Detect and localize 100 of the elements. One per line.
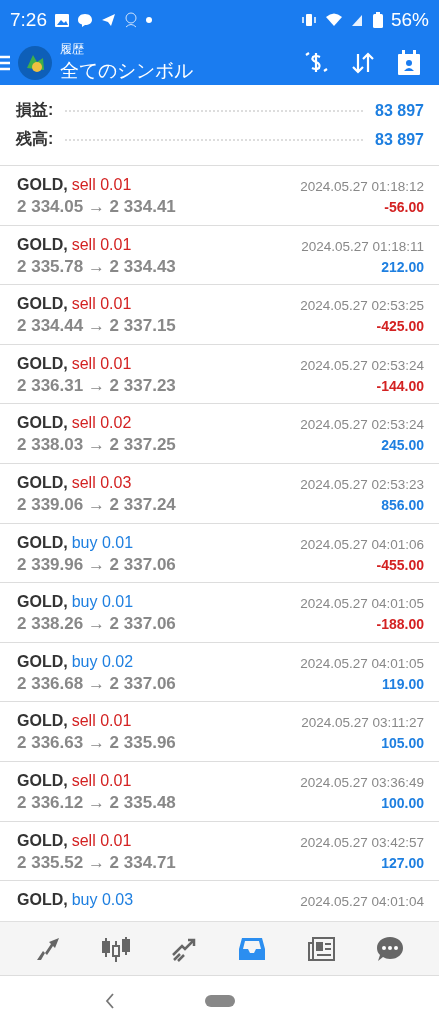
deal-time: 2024.05.27 02:53:25	[300, 298, 424, 314]
price-range: 2 336.31 → 2 337.23	[17, 375, 176, 396]
symbol: GOLD,	[17, 831, 68, 850]
clock: 7:26	[10, 9, 47, 31]
deal-profit: 119.00	[381, 675, 424, 692]
deal-time: 2024.05.27 04:01:05	[300, 596, 424, 612]
battery-level: 56%	[390, 9, 429, 31]
summary-label: 損益:	[16, 100, 54, 120]
order-type: sell 0.03	[71, 473, 132, 492]
price-range: 2 335.78 → 2 334.43	[17, 256, 176, 277]
deal-profit: 245.00	[381, 437, 424, 454]
deal-profit: 105.00	[381, 735, 424, 752]
symbol: GOLD,	[17, 533, 68, 552]
symbol: GOLD,	[17, 891, 68, 910]
deal-time: 2024.05.27 03:11:27	[301, 715, 424, 731]
symbol: GOLD,	[17, 771, 68, 790]
symbol: GOLD,	[17, 652, 68, 671]
symbol: GOLD,	[17, 176, 68, 194]
calendar-icon[interactable]	[397, 49, 421, 76]
deal-profit: 212.00	[381, 258, 424, 275]
price-range: 2 338.26 → 2 337.06	[17, 614, 176, 635]
order-type: sell 0.01	[71, 771, 132, 790]
price-range: 2 336.68 → 2 337.06	[17, 673, 176, 694]
app-logo-icon	[18, 45, 52, 80]
summary-value: 83 897	[375, 101, 424, 120]
deal-row[interactable]: GOLD, sell 0.03 2 339.06 → 2 337.24 2024.05.27 02:53:23 856.00	[0, 463, 439, 524]
symbol: GOLD,	[17, 712, 68, 731]
chat-icon	[77, 12, 93, 28]
symbol: GOLD,	[17, 414, 68, 433]
chat-icon	[375, 934, 406, 963]
deal-profit: 127.00	[381, 854, 424, 871]
deal-row[interactable]: GOLD, sell 0.01 2 336.12 → 2 335.48 2024.05.27 03:36:49 100.00	[0, 761, 439, 822]
symbol: GOLD,	[17, 473, 68, 492]
picture-icon	[55, 13, 69, 27]
deal-row[interactable]: GOLD, sell 0.01 2 334.05 → 2 334.41 2024.05.27 01:18:12 -56.00	[0, 166, 439, 226]
deal-profit: 100.00	[381, 794, 424, 811]
deal-time: 2024.05.27 01:18:11	[301, 238, 424, 254]
deal-time: 2024.05.27 02:53:24	[300, 357, 424, 373]
deal-row[interactable]: GOLD, buy 0.02 2 336.68 → 2 337.06 2024.05.27 04:01:05 119.00	[0, 642, 439, 703]
newspaper-icon	[306, 934, 337, 963]
symbol: GOLD,	[17, 235, 68, 254]
price-range: 2 336.63 → 2 335.96	[17, 733, 176, 754]
wifi-icon	[324, 13, 343, 27]
deal-time: 2024.05.27 04:01:04	[300, 894, 424, 910]
deal-time: 2024.05.27 02:53:23	[300, 476, 424, 492]
price-range: 2 336.12 → 2 335.48	[17, 792, 176, 813]
signal-icon	[350, 13, 365, 27]
deal-row[interactable]: GOLD, sell 0.01 2 334.44 → 2 337.15 2024.05.27 02:53:25 -425.00	[0, 285, 439, 345]
deal-time: 2024.05.27 01:18:12	[300, 179, 424, 194]
symbol: GOLD,	[17, 295, 68, 314]
price-range: 2 334.05 → 2 334.41	[17, 197, 176, 217]
dot-icon	[146, 17, 152, 23]
order-type: sell 0.02	[71, 414, 132, 433]
deal-row[interactable]: GOLD, sell 0.01 2 336.31 → 2 337.23 2024.05.27 02:53:24 -144.00	[0, 344, 439, 405]
candlestick-icon	[100, 934, 131, 963]
deal-time: 2024.05.27 02:53:24	[300, 417, 424, 433]
order-type: buy 0.01	[71, 593, 134, 612]
vibrate-icon	[300, 13, 317, 27]
order-type: buy 0.01	[71, 533, 134, 552]
deal-row[interactable]: GOLD, sell 0.01 2 336.63 → 2 335.96 2024.05.27 03:11:27 105.00	[0, 702, 439, 762]
order-type: sell 0.01	[71, 295, 132, 314]
price-range: 2 339.06 → 2 337.24	[17, 494, 176, 515]
summary-value: 83 897	[375, 130, 424, 149]
back-icon[interactable]	[104, 993, 115, 1009]
order-type: sell 0.01	[71, 354, 132, 373]
deal-profit: -425.00	[376, 318, 424, 335]
symbol: GOLD,	[17, 354, 68, 373]
screen-subtitle: 履歴	[60, 41, 85, 58]
deal-row[interactable]: GOLD, buy 0.01 2 338.26 → 2 337.06 2024.05.27 04:01:05 -188.00	[0, 583, 439, 643]
home-pill-icon[interactable]	[204, 995, 235, 1007]
deal-profit: -188.00	[376, 616, 424, 633]
deal-profit: -144.00	[376, 377, 424, 394]
face-outline-icon	[124, 12, 138, 28]
screen-title: 全てのシンボル	[60, 59, 194, 83]
deal-row[interactable]: GOLD, buy 0.01 2 339.96 → 2 337.06 2024.05.27 04:01:06 -455.00	[0, 523, 439, 584]
deal-row[interactable]: GOLD, sell 0.02 2 338.03 → 2 337.25 2024.05.27 02:53:24 245.00	[0, 404, 439, 464]
order-type: sell 0.01	[71, 712, 132, 731]
deal-profit: -455.00	[376, 556, 424, 573]
price-range: 2 335.52 → 2 334.71	[17, 852, 176, 873]
sort-icon[interactable]	[351, 50, 375, 75]
price-range: 2 339.96 → 2 337.06	[17, 554, 176, 575]
deal-row[interactable]: GOLD, sell 0.01 2 335.52 → 2 334.71 2024.05.27 03:42:57 127.00	[0, 821, 439, 882]
deal-time: 2024.05.27 03:36:49	[300, 774, 424, 790]
deal-time: 2024.05.27 04:01:06	[300, 536, 424, 552]
deal-profit: 856.00	[381, 496, 424, 513]
deal-time: 2024.05.27 04:01:05	[300, 655, 424, 671]
price-range: 2 338.03 → 2 337.25	[17, 435, 176, 456]
deal-profit: -56.00	[384, 199, 424, 215]
symbol: GOLD,	[17, 593, 68, 612]
order-type: buy 0.03	[71, 891, 134, 910]
menu-icon[interactable]	[0, 54, 10, 71]
deal-row[interactable]: GOLD, sell 0.01 2 335.78 → 2 334.43 2024.05.27 01:18:11 212.00	[0, 225, 439, 286]
price-range: 2 334.44 → 2 337.15	[17, 316, 176, 337]
battery-icon	[372, 12, 383, 28]
deal-time: 2024.05.27 03:42:57	[300, 834, 424, 850]
order-type: buy 0.02	[71, 652, 134, 671]
send-icon	[101, 13, 116, 27]
order-type: sell 0.01	[71, 176, 132, 194]
summary-label: 残高:	[16, 129, 54, 149]
order-type: sell 0.01	[71, 831, 132, 850]
